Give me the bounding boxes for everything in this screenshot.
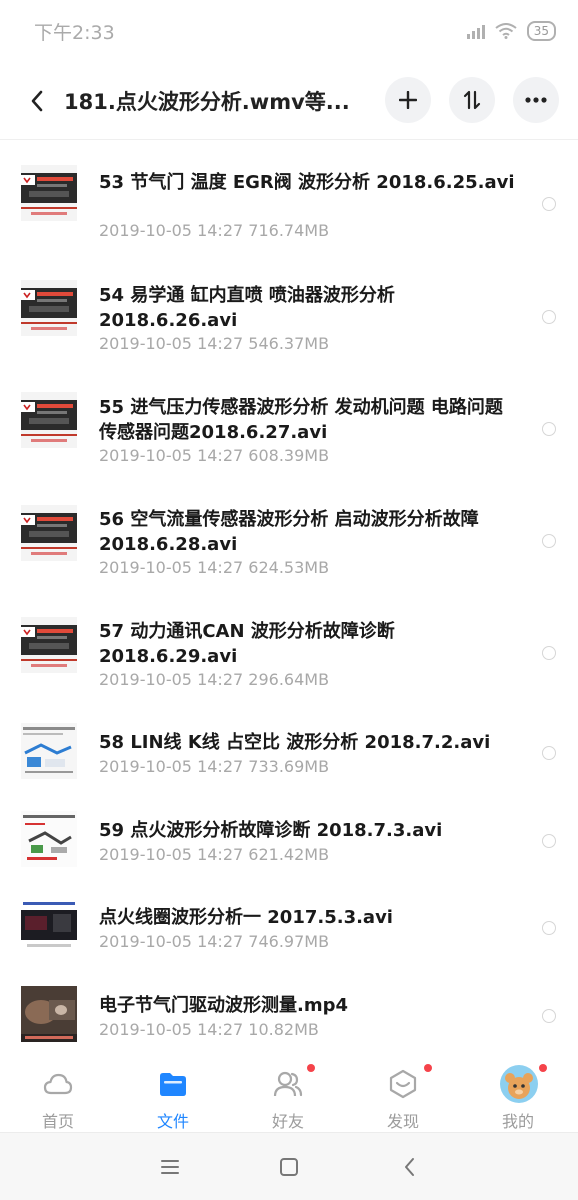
notification-badge — [307, 1064, 315, 1072]
file-date: 2019-10-05 14:27 — [99, 334, 244, 353]
sort-icon — [463, 90, 481, 110]
tab-label: 好友 — [271, 1112, 304, 1131]
file-name: 54 易学通 缸内直喷 喷油器波形分析 2018.6.26.avi — [99, 285, 395, 331]
folder-icon — [160, 1073, 186, 1096]
avatar-icon — [500, 1065, 538, 1103]
select-radio[interactable] — [542, 646, 556, 660]
header-divider — [0, 139, 578, 140]
file-meta: 2019-10-05 14:27 621.42MB — [99, 845, 329, 864]
video-thumbnail — [21, 898, 77, 954]
file-date: 2019-10-05 14:27 — [99, 1020, 244, 1039]
file-name: 57 动力通讯CAN 波形分析故障诊断 2018.6.29.avi — [99, 621, 395, 667]
back-arrow-icon[interactable] — [398, 1155, 422, 1179]
select-radio[interactable] — [542, 921, 556, 935]
file-name: 56 空气流量传感器波形分析 启动波形分析故障2018.6.28.avi — [99, 509, 479, 555]
tab-files[interactable]: 文件 — [128, 1056, 218, 1132]
file-meta: 2019-10-05 14:27 716.74MB — [99, 221, 329, 240]
video-thumbnail — [21, 165, 77, 221]
file-meta: 2019-10-05 14:27 546.37MB — [99, 334, 329, 353]
file-size: 716.74MB — [248, 221, 330, 240]
file-size: 746.97MB — [248, 932, 330, 951]
file-date: 2019-10-05 14:27 — [99, 670, 244, 689]
file-list-screen: 下午2:33 35 181.点火波形分析.wmv等... 53 节气门 温度 E… — [0, 0, 578, 1200]
page-title: 181.点火波形分析.wmv等... — [64, 90, 350, 114]
status-bar: 下午2:33 35 — [0, 0, 578, 62]
file-name: 53 节气门 温度 EGR阀 波形分析 2018.6.25.avi — [99, 172, 515, 193]
sort-button[interactable] — [449, 77, 495, 123]
file-size: 624.53MB — [248, 558, 330, 577]
file-size: 733.69MB — [248, 757, 330, 776]
tab-bar: 首页 文件 好友 发现 我的 — [0, 1056, 578, 1132]
file-date: 2019-10-05 14:27 — [99, 845, 244, 864]
select-radio[interactable] — [542, 310, 556, 324]
file-meta: 2019-10-05 14:27 608.39MB — [99, 446, 329, 465]
select-radio[interactable] — [542, 534, 556, 548]
home-square-icon[interactable] — [277, 1155, 301, 1179]
add-button[interactable] — [385, 77, 431, 123]
notification-badge — [424, 1064, 432, 1072]
video-thumbnail — [21, 723, 77, 779]
file-date: 2019-10-05 14:27 — [99, 446, 244, 465]
select-radio[interactable] — [542, 422, 556, 436]
file-size: 10.82MB — [248, 1020, 319, 1039]
file-size: 608.39MB — [248, 446, 330, 465]
select-radio[interactable] — [542, 197, 556, 211]
video-thumbnail — [21, 617, 77, 673]
tab-label: 文件 — [156, 1112, 189, 1131]
file-meta: 2019-10-05 14:27 733.69MB — [99, 757, 329, 776]
more-button[interactable] — [513, 77, 559, 123]
select-radio[interactable] — [542, 834, 556, 848]
file-size: 296.64MB — [248, 670, 330, 689]
tab-label: 首页 — [41, 1112, 74, 1131]
file-date: 2019-10-05 14:27 — [99, 221, 244, 240]
file-size: 546.37MB — [248, 334, 330, 353]
file-name: 点火线圈波形分析一 2017.5.3.avi — [99, 907, 393, 928]
plus-icon — [399, 91, 417, 109]
status-time: 下午2:33 — [34, 21, 115, 44]
tab-me[interactable]: 我的 — [473, 1056, 563, 1132]
tab-label: 发现 — [386, 1112, 419, 1131]
file-meta: 2019-10-05 14:27 746.97MB — [99, 932, 329, 951]
status-icons: 35 — [466, 21, 556, 41]
notification-badge — [539, 1064, 547, 1072]
file-date: 2019-10-05 14:27 — [99, 932, 244, 951]
file-meta: 2019-10-05 14:27 296.64MB — [99, 670, 329, 689]
menu-icon[interactable] — [158, 1155, 182, 1179]
file-name: 电子节气门驱动波形测量.mp4 — [99, 995, 349, 1016]
video-thumbnail — [21, 392, 77, 448]
tab-label: 我的 — [501, 1112, 534, 1131]
tab-friends[interactable]: 好友 — [243, 1056, 333, 1132]
select-radio[interactable] — [542, 746, 556, 760]
select-radio[interactable] — [542, 1009, 556, 1023]
discover-icon — [389, 1069, 417, 1099]
file-meta: 2019-10-05 14:27 624.53MB — [99, 558, 329, 577]
wifi-icon — [495, 23, 517, 39]
header: 181.点火波形分析.wmv等... — [0, 70, 578, 132]
system-nav-bar — [0, 1132, 578, 1200]
chevron-left-icon — [31, 90, 43, 112]
tab-home[interactable]: 首页 — [13, 1056, 103, 1132]
video-thumbnail — [21, 986, 77, 1042]
file-size: 621.42MB — [248, 845, 330, 864]
file-name: 55 进气压力传感器波形分析 发动机问题 电路问题 传感器问题2018.6.27… — [99, 397, 503, 443]
file-date: 2019-10-05 14:27 — [99, 757, 244, 776]
signal-icon — [466, 23, 485, 39]
file-date: 2019-10-05 14:27 — [99, 558, 244, 577]
file-meta: 2019-10-05 14:27 10.82MB — [99, 1020, 319, 1039]
battery-icon: 35 — [526, 21, 556, 41]
more-icon — [525, 97, 547, 103]
file-name: 59 点火波形分析故障诊断 2018.7.3.avi — [99, 820, 443, 841]
back-button[interactable] — [20, 84, 54, 118]
video-thumbnail — [21, 811, 77, 867]
video-thumbnail — [21, 280, 77, 336]
friends-icon — [273, 1071, 303, 1097]
file-name: 58 LIN线 K线 占空比 波形分析 2018.7.2.avi — [99, 732, 491, 753]
cloud-icon — [43, 1073, 73, 1095]
tab-discover[interactable]: 发现 — [358, 1056, 448, 1132]
video-thumbnail — [21, 505, 77, 561]
